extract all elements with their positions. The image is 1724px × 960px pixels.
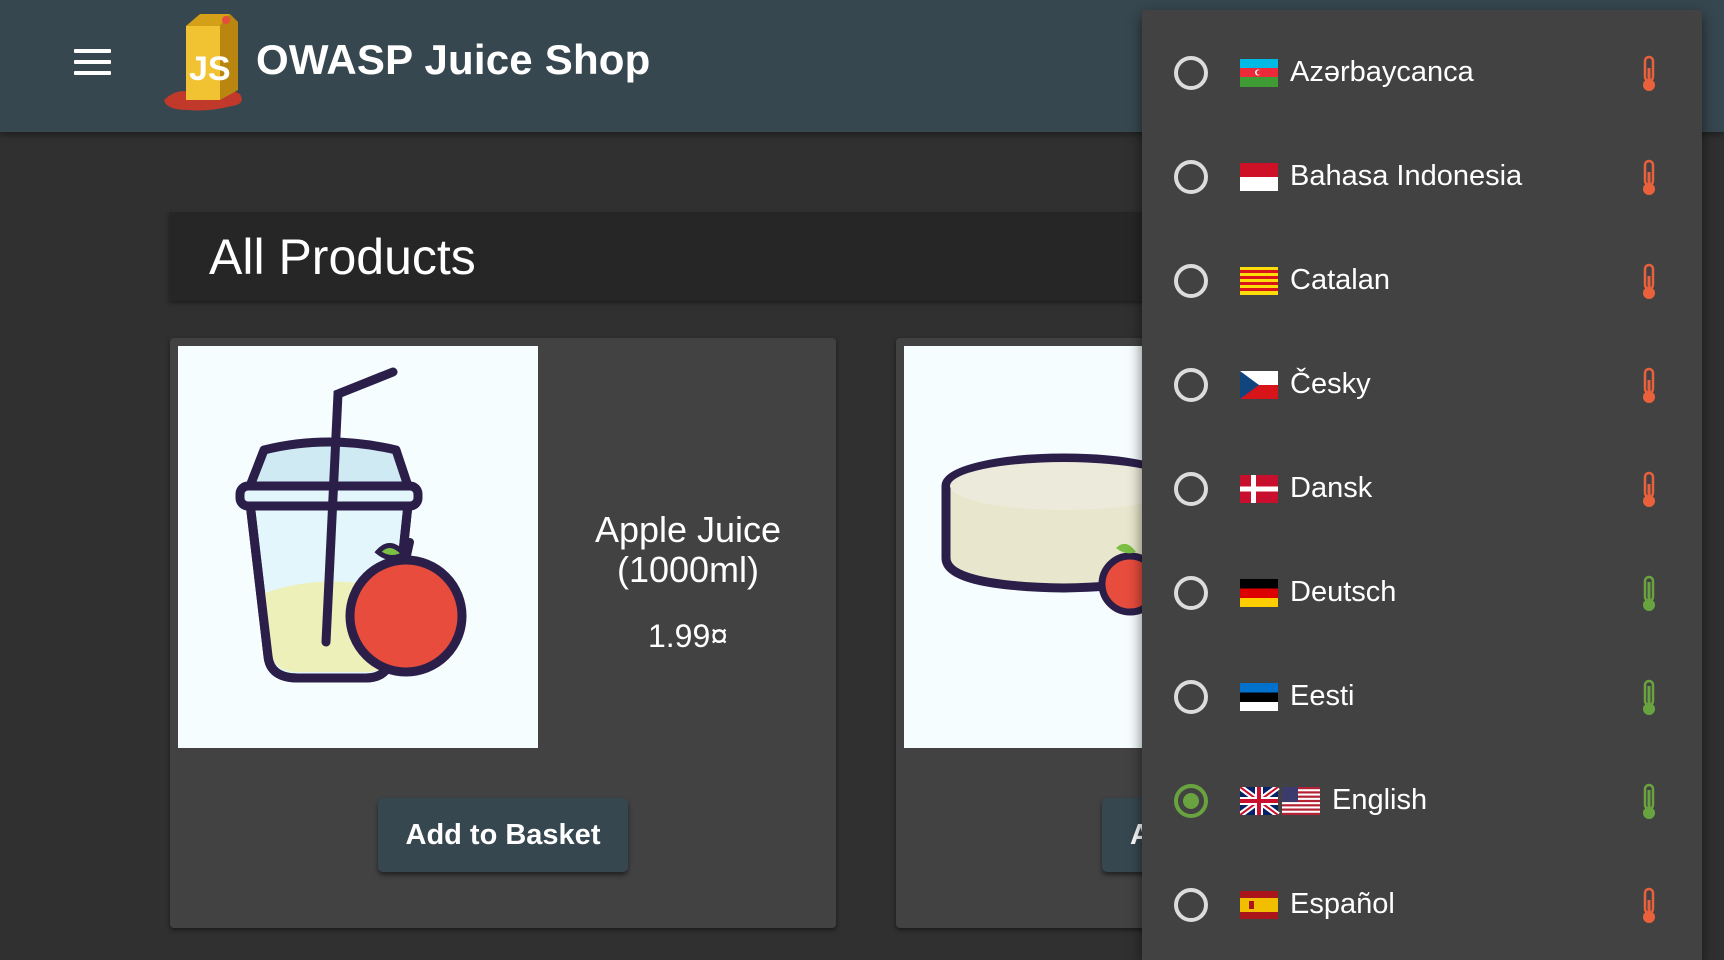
language-label: English — [1332, 784, 1428, 816]
language-option-dansk[interactable]: Dansk — [1142, 440, 1702, 544]
azerbaijan-flag-icon — [1240, 59, 1278, 87]
denmark-flag-icon — [1240, 475, 1278, 503]
product-image[interactable] — [178, 346, 538, 748]
product-price: 1.99¤ — [647, 618, 729, 654]
radio-button[interactable] — [1174, 56, 1208, 90]
spain-flag-icon — [1240, 891, 1278, 919]
indonesia-flag-icon — [1240, 163, 1278, 191]
language-label: Deutsch — [1290, 576, 1397, 608]
estonia-flag-icon — [1240, 683, 1278, 711]
radio-button[interactable] — [1174, 264, 1208, 298]
page-title: All Products — [209, 229, 476, 285]
radio-button[interactable] — [1174, 368, 1208, 402]
language-option-azerbaycanca[interactable]: Azərbaycanca — [1142, 24, 1702, 128]
thermometer-icon — [1640, 782, 1658, 822]
thermometer-icon — [1640, 678, 1658, 718]
thermometer-icon — [1640, 54, 1658, 94]
thermometer-icon — [1640, 366, 1658, 406]
radio-button[interactable] — [1174, 472, 1208, 506]
app-title[interactable]: OWASP Juice Shop — [256, 36, 651, 84]
language-label: Česky — [1290, 368, 1371, 400]
thermometer-icon — [1640, 574, 1658, 614]
svg-text:JS: JS — [189, 50, 231, 88]
language-label: Azərbaycanca — [1290, 56, 1474, 88]
language-label: Dansk — [1290, 472, 1373, 504]
language-option-catalan[interactable]: Catalan — [1142, 232, 1702, 336]
hamburger-menu-icon[interactable] — [60, 38, 124, 102]
products-header: All Products — [169, 212, 1169, 301]
uk-us-flag-icon — [1240, 787, 1320, 815]
germany-flag-icon — [1240, 579, 1278, 607]
language-option-cesky[interactable]: Česky — [1142, 336, 1702, 440]
language-option-english[interactable]: English — [1142, 752, 1702, 856]
radio-button[interactable] — [1174, 576, 1208, 610]
thermometer-icon — [1640, 470, 1658, 510]
language-option-eesti[interactable]: Eesti — [1142, 648, 1702, 752]
language-menu: Azərbaycanca Bahasa Indonesia Catalan Če… — [1142, 10, 1702, 960]
thermometer-icon — [1640, 886, 1658, 926]
thermometer-icon — [1640, 158, 1658, 198]
product-card[interactable]: Apple Juice (1000ml) 1.99¤ Add to Basket — [170, 338, 836, 928]
language-label: Bahasa Indonesia — [1290, 160, 1523, 192]
radio-button[interactable] — [1174, 888, 1208, 922]
czech-flag-icon — [1240, 371, 1278, 399]
radio-button[interactable] — [1174, 680, 1208, 714]
language-label: Español — [1290, 888, 1395, 920]
radio-button-selected[interactable] — [1174, 784, 1208, 818]
catalonia-flag-icon — [1240, 267, 1278, 295]
language-option-bahasa-indonesia[interactable]: Bahasa Indonesia — [1142, 128, 1702, 232]
juice-shop-logo[interactable]: JS — [158, 8, 254, 114]
language-label: Catalan — [1290, 264, 1390, 296]
product-name: Apple Juice (1000ml) — [594, 509, 782, 590]
language-option-deutsch[interactable]: Deutsch — [1142, 544, 1702, 648]
thermometer-icon — [1640, 262, 1658, 302]
language-label: Eesti — [1290, 680, 1355, 712]
radio-button[interactable] — [1174, 160, 1208, 194]
add-to-basket-button[interactable]: Add to Basket — [378, 798, 628, 872]
language-option-espanol[interactable]: Español — [1142, 856, 1702, 960]
